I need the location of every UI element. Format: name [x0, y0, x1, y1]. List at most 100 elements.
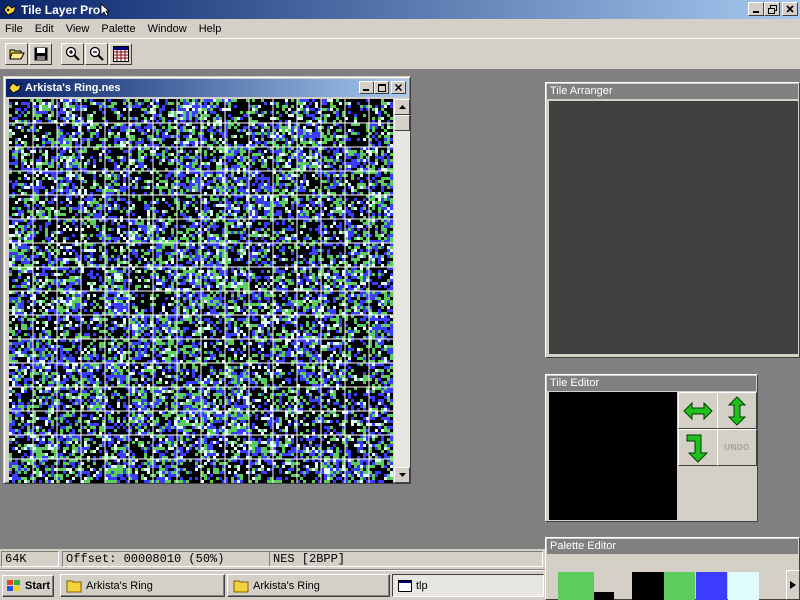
rom-maximize-button[interactable] — [374, 81, 389, 94]
tile-pixel — [141, 300, 144, 303]
tile-pixel — [363, 105, 366, 108]
menu-edit[interactable]: Edit — [29, 23, 60, 35]
tile-pixel — [15, 150, 18, 153]
tile-pixel — [60, 273, 63, 276]
tile-pixel — [9, 135, 12, 138]
tile-pixel — [264, 159, 267, 162]
menu-file[interactable]: File — [0, 23, 29, 35]
tile-pixel — [18, 108, 21, 111]
tile-pixel — [93, 210, 96, 213]
tile-pixel — [312, 276, 315, 279]
tile-pixel — [147, 105, 150, 108]
tile-pixel — [192, 198, 195, 201]
tile-pixel — [219, 138, 222, 141]
tile-pixel — [336, 207, 339, 210]
tile-pixel — [15, 153, 18, 156]
tile-pixel — [75, 156, 78, 159]
tile-pixel — [99, 186, 102, 189]
tile-pixel — [18, 138, 21, 141]
tile-pixel — [39, 225, 42, 228]
tile-pixel — [333, 135, 336, 138]
tile-pixel — [348, 150, 351, 153]
tile-pixel — [252, 273, 255, 276]
tile-pixel — [255, 258, 258, 261]
palette-button[interactable] — [109, 43, 132, 65]
tile-pixel — [18, 309, 21, 312]
tile-pixel — [144, 204, 147, 207]
tile-pixel — [186, 156, 189, 159]
rom-close-button[interactable] — [391, 81, 406, 94]
tile-pixel — [216, 183, 219, 186]
tile-pixel — [165, 99, 168, 102]
tile-pixel — [378, 117, 381, 120]
tile-pixel — [339, 102, 342, 105]
tile-pixel — [159, 114, 162, 117]
tile-pixel — [315, 177, 318, 180]
tile-pixel — [15, 297, 18, 300]
tile-pixel — [90, 138, 93, 141]
tile-pixel — [330, 183, 333, 186]
tile-pixel — [207, 114, 210, 117]
rom-minimize-button[interactable] — [359, 81, 374, 94]
tile-pixel — [63, 165, 66, 168]
tile-pixel — [72, 105, 75, 108]
tile-pixel — [51, 177, 54, 180]
close-button[interactable] — [782, 2, 798, 16]
minimize-button[interactable] — [748, 2, 764, 16]
tile-pixel — [159, 180, 162, 183]
tile-pixel — [48, 237, 51, 240]
tile-pixel — [288, 174, 291, 177]
tile-pixel — [36, 105, 39, 108]
tile-pixel — [264, 132, 267, 135]
tile-pixel — [15, 111, 18, 114]
tile-pixel — [354, 207, 357, 210]
tile-pixel — [363, 186, 366, 189]
tile-pixel — [159, 138, 162, 141]
tile-pixel — [309, 258, 312, 261]
tile-pixel — [12, 234, 15, 237]
tile-pixel — [315, 186, 318, 189]
tile-pixel — [69, 117, 72, 120]
tile-pixel — [117, 135, 120, 138]
tile-pixel — [378, 210, 381, 213]
tile-pixel — [204, 228, 207, 231]
tile-pixel — [285, 111, 288, 114]
tile-pixel — [96, 207, 99, 210]
tile-pixel — [213, 204, 216, 207]
tile-pixel — [303, 270, 306, 273]
tile-pixel — [231, 99, 234, 102]
tile-pixel — [66, 297, 69, 300]
tile-pixel — [210, 132, 213, 135]
zoom-out-button[interactable] — [85, 43, 108, 65]
tile-pixel — [39, 111, 42, 114]
tile-pixel — [216, 174, 219, 177]
menu-window[interactable]: Window — [142, 23, 193, 35]
tile-pixel — [9, 270, 12, 273]
tile-pixel — [216, 306, 219, 309]
menu-help[interactable]: Help — [193, 23, 228, 35]
save-button[interactable] — [29, 43, 52, 65]
tile-pixel — [357, 102, 360, 105]
tile-pixel — [237, 201, 240, 204]
tile-pixel — [204, 255, 207, 258]
tile-pixel — [138, 258, 141, 261]
tile-pixel — [117, 237, 120, 240]
tile-pixel — [204, 207, 207, 210]
menu-view[interactable]: View — [60, 23, 96, 35]
menu-palette[interactable]: Palette — [95, 23, 141, 35]
tile-pixel — [171, 162, 174, 165]
tile-pixel — [87, 141, 90, 144]
restore-button[interactable] — [764, 2, 780, 16]
tile-view-canvas[interactable] — [9, 99, 393, 483]
tile-pixel — [384, 210, 387, 213]
tile-pixel — [12, 300, 15, 303]
tile-pixel — [207, 282, 210, 285]
app-title-bar[interactable]: Tile Layer Pro — [0, 0, 800, 19]
tile-pixel — [282, 138, 285, 141]
zoom-in-button[interactable] — [61, 43, 84, 65]
tile-pixel — [264, 207, 267, 210]
tile-pixel — [291, 138, 294, 141]
open-button[interactable] — [5, 43, 28, 65]
tile-pixel — [279, 135, 282, 138]
rom-window-title-bar[interactable]: Arkista's Ring.nes — [6, 79, 408, 97]
